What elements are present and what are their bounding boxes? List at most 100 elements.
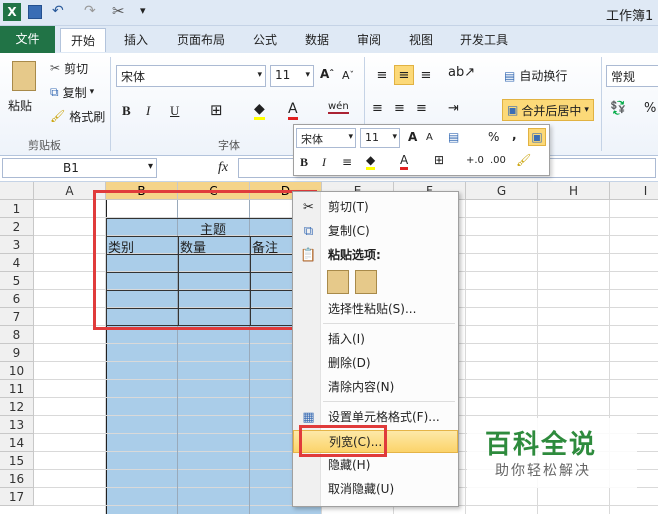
bold-button[interactable]: B xyxy=(122,103,131,119)
font-color-icon[interactable]: A xyxy=(288,101,298,120)
format-painter-button[interactable]: 🖌 格式刷 xyxy=(50,107,105,125)
copy-button[interactable]: ⧉ 复制 ▾ xyxy=(50,83,94,101)
column-header-g[interactable]: G xyxy=(466,182,538,200)
column-header-i[interactable]: I xyxy=(610,182,658,200)
border-icon[interactable]: ⊞ xyxy=(210,101,223,119)
row-header-15[interactable]: 15 xyxy=(0,452,34,470)
menu-item-label: 隐藏(H) xyxy=(328,458,371,472)
qat-customize-icon[interactable]: ▾ xyxy=(140,4,146,17)
select-all-corner[interactable] xyxy=(0,182,34,200)
align-right-icon[interactable]: ≡ xyxy=(416,101,427,116)
row-header-5[interactable]: 5 xyxy=(0,272,34,290)
save-icon[interactable] xyxy=(28,5,42,19)
insert-function-icon[interactable]: fx xyxy=(218,160,228,176)
tab-home[interactable]: 开始 xyxy=(60,28,107,52)
align-top-icon[interactable]: ≡ xyxy=(372,65,392,85)
italic-button[interactable]: I xyxy=(146,103,150,119)
paste-button[interactable]: 粘贴 xyxy=(6,59,42,119)
currency-icon[interactable]: 💱 xyxy=(610,101,626,116)
row-header-10[interactable]: 10 xyxy=(0,362,34,380)
row-header-14[interactable]: 14 xyxy=(0,434,34,452)
menu-item-unhide[interactable]: 取消隐藏(U) xyxy=(293,478,458,501)
align-left-icon[interactable]: ≡ xyxy=(372,101,383,116)
row-header-9[interactable]: 9 xyxy=(0,344,34,362)
bold-icon[interactable]: B xyxy=(300,155,308,170)
paste-icon: 📋 xyxy=(300,248,317,263)
percent-icon[interactable]: % xyxy=(488,130,499,144)
row-header-12[interactable]: 12 xyxy=(0,398,34,416)
shrink-font-icon[interactable]: A xyxy=(426,132,433,143)
row-header-3[interactable]: 3 xyxy=(0,236,34,254)
font-color-icon[interactable]: A xyxy=(400,153,409,170)
menu-item-copy[interactable]: ⧉ 复制(C) xyxy=(293,220,458,243)
comma-icon[interactable]: , xyxy=(512,128,517,142)
row-header-17[interactable]: 17 xyxy=(0,488,34,506)
format-painter-icon[interactable]: 🖌 xyxy=(516,153,531,167)
tab-view[interactable]: 视图 xyxy=(399,28,443,52)
row-header-1[interactable]: 1 xyxy=(0,200,34,218)
increase-decimal-icon[interactable]: +.0 xyxy=(466,155,484,166)
font-name-select[interactable]: 宋体 ▾ xyxy=(116,65,266,87)
align-bottom-icon[interactable]: ≡ xyxy=(416,65,436,85)
cut-label: 剪切 xyxy=(64,61,89,76)
paste-option-button[interactable] xyxy=(327,270,349,294)
chevron-down-icon: ▾ xyxy=(348,132,353,142)
paste-values-button[interactable] xyxy=(355,270,377,294)
tab-developer[interactable]: 开发工具 xyxy=(450,28,518,52)
chevron-down-icon: ▾ xyxy=(392,132,397,142)
row-header-8[interactable]: 8 xyxy=(0,326,34,344)
merge-icon[interactable]: ▣ xyxy=(528,128,546,146)
tools-icon[interactable]: ✂ xyxy=(112,2,125,20)
chevron-down-icon: ▾ xyxy=(305,70,310,80)
fill-color-icon[interactable]: ◆ xyxy=(366,153,376,170)
indent-icon[interactable]: ⇥ xyxy=(448,101,459,116)
mini-font-select[interactable]: 宋体 ▾ xyxy=(296,128,356,148)
phonetic-icon[interactable]: wén xyxy=(328,101,349,114)
row-header-7[interactable]: 7 xyxy=(0,308,34,326)
menu-item-paste-special[interactable]: 选择性粘贴(S)... xyxy=(293,298,458,321)
column-header-h[interactable]: H xyxy=(538,182,610,200)
menu-item-insert[interactable]: 插入(I) xyxy=(293,328,458,351)
name-box[interactable]: B1 ▾ xyxy=(2,158,157,178)
italic-icon[interactable]: I xyxy=(322,155,326,170)
tab-review[interactable]: 审阅 xyxy=(347,28,391,52)
align-center-icon[interactable]: ≡ xyxy=(394,101,405,116)
redo-icon[interactable]: ↷ xyxy=(84,3,96,19)
percent-button[interactable]: % xyxy=(644,101,656,116)
row-header-16[interactable]: 16 xyxy=(0,470,34,488)
row-header-4[interactable]: 4 xyxy=(0,254,34,272)
row-header-11[interactable]: 11 xyxy=(0,380,34,398)
menu-item-delete[interactable]: 删除(D) xyxy=(293,352,458,375)
tab-file[interactable]: 文件 xyxy=(0,26,55,53)
row-header-2[interactable]: 2 xyxy=(0,218,34,236)
border-icon[interactable]: ⊞ xyxy=(434,153,444,167)
currency-icon[interactable]: ▤ xyxy=(448,130,459,144)
cut-button[interactable]: ✂ 剪切 xyxy=(50,59,88,77)
wrap-text-button[interactable]: ▤ 自动换行 xyxy=(504,67,567,84)
merge-center-button[interactable]: ▣ 合并后居中 ▾ xyxy=(502,99,594,121)
shrink-font-icon[interactable]: Aˇ xyxy=(342,69,354,82)
grow-font-icon[interactable]: A xyxy=(408,130,417,144)
decrease-decimal-icon[interactable]: .00 xyxy=(490,155,506,166)
row-header-13[interactable]: 13 xyxy=(0,416,34,434)
menu-item-hide[interactable]: 隐藏(H) xyxy=(293,454,458,477)
align-middle-icon[interactable]: ≡ xyxy=(394,65,414,85)
menu-item-cut[interactable]: ✂ 剪切(T) xyxy=(293,196,458,219)
tab-data[interactable]: 数据 xyxy=(295,28,339,52)
fill-color-icon[interactable]: ◆ xyxy=(254,101,265,120)
row-header-6[interactable]: 6 xyxy=(0,290,34,308)
undo-icon[interactable]: ↶ xyxy=(52,3,64,19)
menu-item-clear-contents[interactable]: 清除内容(N) xyxy=(293,376,458,399)
merge-label: 合并后居中 xyxy=(521,103,582,118)
tab-insert[interactable]: 插入 xyxy=(114,28,158,52)
mini-size-select[interactable]: 11 ▾ xyxy=(360,128,400,148)
orientation-icon[interactable]: ab↗ xyxy=(448,65,475,80)
excel-logo-icon: X xyxy=(3,3,21,21)
grow-font-icon[interactable]: Aˆ xyxy=(320,67,334,81)
underline-button[interactable]: U xyxy=(170,103,179,119)
align-center-icon[interactable]: ≡ xyxy=(342,155,352,169)
font-size-select[interactable]: 11 ▾ xyxy=(270,65,314,87)
tab-page-layout[interactable]: 页面布局 xyxy=(167,28,235,52)
tab-formulas[interactable]: 公式 xyxy=(243,28,287,52)
number-format-select[interactable]: 常规 xyxy=(606,65,658,87)
